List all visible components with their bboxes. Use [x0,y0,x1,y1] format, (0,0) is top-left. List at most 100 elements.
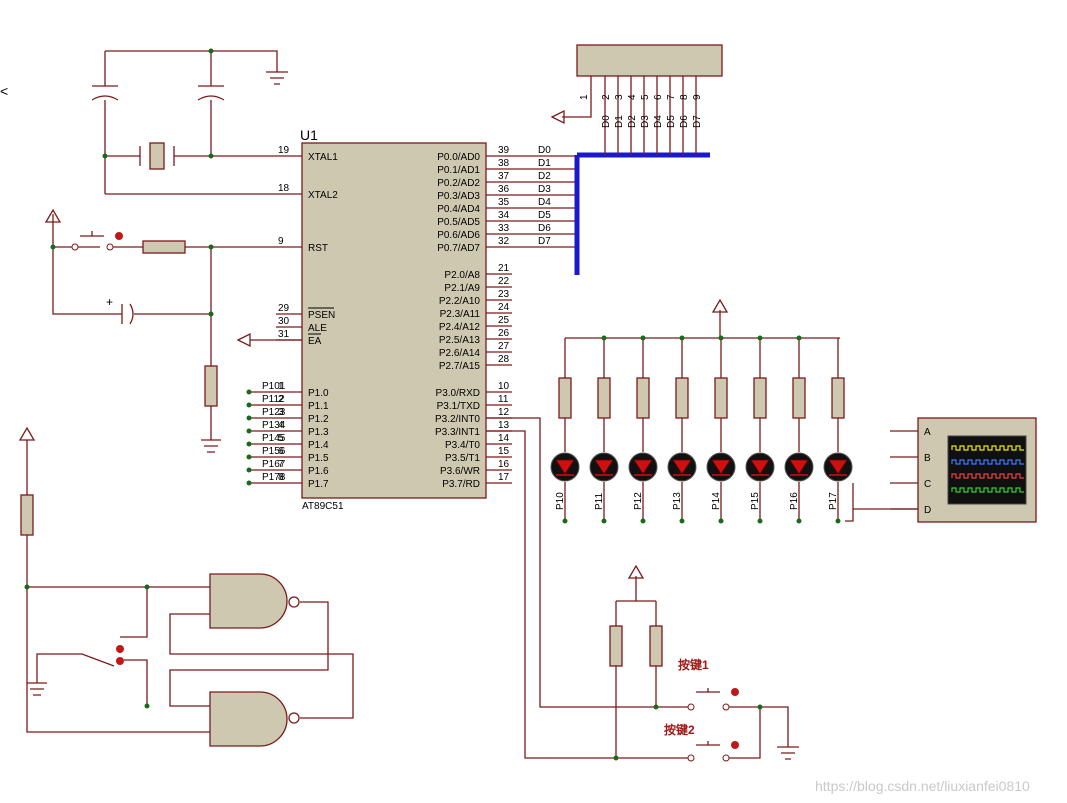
svg-text:P0.0/AD0: P0.0/AD0 [437,152,480,163]
svg-text:D7: D7 [692,115,703,128]
svg-text:D3: D3 [538,184,551,195]
svg-text:29: 29 [278,303,290,314]
svg-text:15: 15 [498,446,510,457]
svg-text:P0.6/AD6: P0.6/AD6 [437,230,480,241]
svg-text:P123: P123 [262,407,286,418]
svg-text:P16: P16 [789,492,800,510]
svg-text:P3.1/TXD: P3.1/TXD [437,401,480,412]
svg-text:P1.1: P1.1 [308,401,329,412]
svg-text:XTAL1: XTAL1 [308,152,338,163]
svg-text:P2.2/A10: P2.2/A10 [439,296,481,307]
svg-text:P145: P145 [262,433,286,444]
svg-text:D1: D1 [538,158,551,169]
svg-text:P112: P112 [262,394,285,405]
svg-text:+: + [106,295,113,309]
svg-text:D2: D2 [627,115,638,128]
svg-text:P2.4/A12: P2.4/A12 [439,322,481,333]
svg-text:P3.7/RD: P3.7/RD [442,479,480,490]
mcu-ref: U1 [300,127,318,143]
svg-text:34: 34 [498,210,510,221]
svg-text:10: 10 [498,381,510,392]
svg-text:23: 23 [498,289,510,300]
svg-text:19: 19 [278,145,290,156]
svg-text:5: 5 [640,94,651,100]
svg-text:D4: D4 [538,197,551,208]
svg-text:33: 33 [498,223,510,234]
key1-label: 按键1 [678,657,709,672]
led-array: P10 P11 P12 P13 P14 P15 P16 P17 [550,298,853,524]
svg-text:21: 21 [498,263,510,274]
led-p15: P15 [745,335,775,524]
svg-text:D: D [924,505,931,516]
svg-text:D7: D7 [538,236,551,247]
svg-text:P1.7: P1.7 [308,479,329,490]
svg-text:P0.3/AD3: P0.3/AD3 [437,191,480,202]
svg-text:25: 25 [498,315,510,326]
svg-text:P0.4/AD4: P0.4/AD4 [437,204,480,215]
svg-text:P14: P14 [711,492,722,510]
svg-text:C: C [924,479,931,490]
svg-text:RST: RST [308,243,328,254]
svg-text:P167: P167 [262,459,286,470]
svg-text:D3: D3 [640,115,651,128]
svg-text:P0.5/AD5: P0.5/AD5 [437,217,480,228]
svg-text:18: 18 [278,183,290,194]
svg-text:P2.7/A15: P2.7/A15 [439,361,481,372]
svg-text:P15: P15 [750,492,761,510]
svg-text:P1.4: P1.4 [308,440,329,451]
svg-text:9: 9 [278,236,284,247]
oscilloscope: A B C D [845,417,1037,523]
svg-text:P2.5/A13: P2.5/A13 [439,335,481,346]
svg-text:P1.5: P1.5 [308,453,329,464]
svg-text:P3.6/WR: P3.6/WR [440,466,480,477]
stray-glyph: < [0,83,8,99]
svg-text:6: 6 [653,94,664,100]
svg-text:P178: P178 [262,472,286,483]
svg-text:D0: D0 [601,115,612,128]
svg-text:P10: P10 [555,492,566,510]
key2-label: 按键2 [664,722,695,737]
svg-text:8: 8 [679,94,690,100]
svg-text:39: 39 [498,145,510,156]
svg-text:9: 9 [692,94,703,100]
data-bus [574,76,710,275]
svg-text:30: 30 [278,316,290,327]
svg-text:P3.2/INT0: P3.2/INT0 [435,414,480,425]
svg-text:P17: P17 [828,492,839,510]
svg-text:EA: EA [308,336,322,347]
svg-text:P3.3/INT1: P3.3/INT1 [435,427,480,438]
svg-text:P3.4/T0: P3.4/T0 [445,440,480,451]
svg-text:28: 28 [498,354,510,365]
svg-text:31: 31 [278,329,290,340]
svg-text:D1: D1 [614,115,625,128]
svg-text:P0.7/AD7: P0.7/AD7 [437,243,480,254]
svg-text:A: A [924,427,931,438]
rpack-common-pin: 1 [579,94,590,100]
svg-text:24: 24 [498,302,510,313]
svg-text:XTAL2: XTAL2 [308,190,338,201]
svg-text:P2.0/A8: P2.0/A8 [444,270,480,281]
svg-text:26: 26 [498,328,510,339]
led-p16: P16 [784,335,814,524]
svg-text:D4: D4 [653,115,664,128]
svg-text:D6: D6 [538,223,551,234]
mcu-u1: U1 AT89C51 19 XTAL1 18 XTAL2 9 RST 29 PSEN 30 ALE… [246,127,577,512]
led-p12: P12 [628,335,658,524]
led-p17: P17 [823,338,853,524]
svg-text:37: 37 [498,171,510,182]
svg-text:P1.2: P1.2 [308,414,329,425]
key-buttons: 按键1 按键2 [609,564,799,762]
led-p13: P13 [667,335,697,524]
svg-text:13: 13 [498,420,510,431]
svg-text:D2: D2 [538,171,551,182]
svg-text:P2.1/A9: P2.1/A9 [444,283,480,294]
svg-text:32: 32 [498,236,510,247]
svg-text:PSEN: PSEN [308,310,335,321]
svg-text:P0.1/AD1: P0.1/AD1 [437,165,480,176]
svg-text:P3.0/RXD: P3.0/RXD [436,388,480,399]
svg-text:P1.0: P1.0 [308,388,329,399]
oscillator-circuit [91,48,302,195]
svg-text:D6: D6 [679,115,690,128]
svg-text:11: 11 [498,394,509,405]
svg-text:P0.2/AD2: P0.2/AD2 [437,178,480,189]
